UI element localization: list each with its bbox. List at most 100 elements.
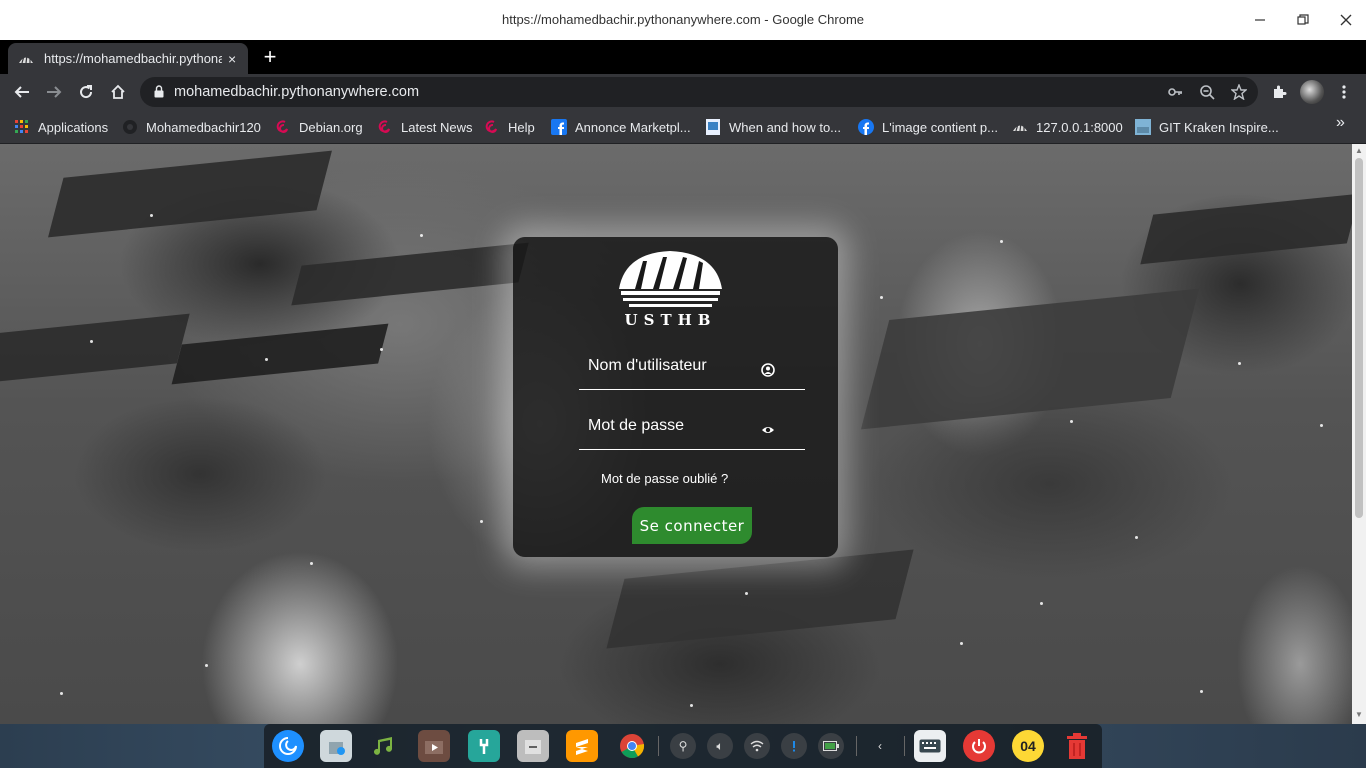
ustbh-favicon-icon bbox=[18, 51, 34, 67]
bookmark-localhost[interactable]: 127.0.0.1:8000 bbox=[1012, 117, 1123, 137]
bookmarks-bar: Applications Mohamedbachir120 Debian.org… bbox=[0, 110, 1366, 144]
reload-icon[interactable] bbox=[74, 80, 98, 104]
apps-grid-icon bbox=[14, 119, 30, 135]
debian-icon bbox=[275, 119, 291, 135]
scroll-down-icon[interactable]: ▼ bbox=[1355, 710, 1363, 719]
bookmark-latest-news[interactable]: Latest News bbox=[377, 117, 473, 137]
bookmark-label: Latest News bbox=[401, 119, 473, 135]
trash-icon[interactable] bbox=[1061, 730, 1093, 762]
ustbh-icon bbox=[1012, 119, 1028, 135]
snow-dot bbox=[90, 340, 93, 343]
dock-separator bbox=[658, 736, 659, 756]
file-manager-icon[interactable] bbox=[517, 730, 549, 762]
background-shape bbox=[606, 549, 914, 649]
window-title: https://mohamedbachir.pythonanywhere.com… bbox=[501, 12, 865, 27]
keyboard-icon[interactable] bbox=[914, 730, 946, 762]
snow-dot bbox=[310, 562, 313, 565]
clock-icon[interactable]: 04 bbox=[1012, 730, 1044, 762]
wifi-icon[interactable] bbox=[744, 733, 770, 759]
forgot-password-link[interactable]: Mot de passe oublié ? bbox=[601, 471, 728, 486]
bookmark-debian[interactable]: Debian.org bbox=[275, 117, 363, 137]
scrollbar-thumb[interactable] bbox=[1355, 158, 1363, 518]
sublime-text-icon[interactable] bbox=[566, 730, 598, 762]
background-shape bbox=[0, 313, 190, 385]
home-icon[interactable] bbox=[106, 80, 130, 104]
bookmark-label: Debian.org bbox=[299, 119, 363, 135]
star-icon[interactable] bbox=[1229, 82, 1249, 102]
usb-icon[interactable]: ⚲ bbox=[670, 733, 696, 759]
snow-dot bbox=[880, 296, 883, 299]
background-shape bbox=[291, 242, 529, 306]
snow-dot bbox=[1200, 690, 1203, 693]
snow-dot bbox=[60, 692, 63, 695]
debian-icon bbox=[377, 119, 393, 135]
forward-icon[interactable] bbox=[42, 80, 66, 104]
password-placeholder[interactable]: Mot de passe bbox=[588, 417, 684, 435]
scroll-up-icon[interactable]: ▲ bbox=[1355, 146, 1363, 155]
image-icon bbox=[1135, 119, 1151, 135]
bookmark-gitkraken[interactable]: GIT Kraken Inspire... bbox=[1135, 117, 1279, 137]
address-bar[interactable]: mohamedbachir.pythonanywhere.com bbox=[140, 77, 1258, 107]
snow-dot bbox=[480, 520, 483, 523]
notification-icon[interactable] bbox=[781, 733, 807, 759]
page-scrollbar[interactable]: ▲ ▼ bbox=[1352, 144, 1366, 724]
zoom-out-icon[interactable] bbox=[1197, 82, 1217, 102]
taskbar-dock: ⚲ 🔈︎ ‹ 04 bbox=[264, 724, 1102, 768]
extensions-icon[interactable] bbox=[1267, 80, 1291, 104]
close-icon[interactable] bbox=[1334, 8, 1358, 32]
bookmark-annonce[interactable]: Annonce Marketpl... bbox=[551, 117, 691, 137]
snow-dot bbox=[1040, 602, 1043, 605]
settings-tool-icon[interactable] bbox=[468, 730, 500, 762]
bookmark-applications[interactable]: Applications bbox=[14, 117, 108, 137]
url-text[interactable]: mohamedbachir.pythonanywhere.com bbox=[174, 84, 419, 100]
page-icon bbox=[705, 119, 721, 135]
bookmark-label: Mohamedbachir120 bbox=[146, 119, 261, 135]
username-field[interactable]: Nom d'utilisateur bbox=[579, 350, 805, 390]
menu-icon[interactable] bbox=[1332, 80, 1356, 104]
password-field[interactable]: Mot de passe bbox=[579, 410, 805, 450]
snow-dot bbox=[1320, 424, 1323, 427]
bookmark-image-contient[interactable]: L'image contient p... bbox=[858, 117, 998, 137]
new-tab-button[interactable]: + bbox=[259, 46, 281, 68]
volume-icon[interactable]: 🔈︎ bbox=[707, 733, 733, 759]
profile-avatar[interactable] bbox=[1300, 80, 1324, 104]
lock-icon[interactable] bbox=[154, 85, 164, 103]
power-icon[interactable] bbox=[963, 730, 995, 762]
battery-icon[interactable] bbox=[818, 733, 844, 759]
snow-dot bbox=[150, 214, 153, 217]
launcher-icon[interactable] bbox=[272, 730, 304, 762]
login-button[interactable]: Se connecter bbox=[632, 507, 752, 544]
bookmark-label: 127.0.0.1:8000 bbox=[1036, 119, 1123, 135]
snow-dot bbox=[1000, 240, 1003, 243]
restore-icon[interactable] bbox=[1291, 8, 1315, 32]
tab-close-icon[interactable]: × bbox=[228, 51, 236, 67]
snow-dot bbox=[420, 234, 423, 237]
snow-dot bbox=[690, 704, 693, 707]
video-player-icon[interactable] bbox=[418, 730, 450, 762]
snow-dot bbox=[265, 358, 268, 361]
user-icon bbox=[761, 363, 775, 377]
tab-strip: https://mohamedbachir.pythonanywhere.com… bbox=[0, 40, 1366, 74]
ustbh-logo: USTHB bbox=[613, 245, 728, 330]
music-icon[interactable] bbox=[368, 730, 400, 762]
bookmark-github[interactable]: Mohamedbachir120 bbox=[122, 117, 261, 137]
username-placeholder[interactable]: Nom d'utilisateur bbox=[588, 357, 707, 375]
dock-separator bbox=[904, 736, 905, 756]
bookmarks-overflow-icon[interactable]: » bbox=[1336, 114, 1345, 132]
snow-dot bbox=[960, 642, 963, 645]
facebook-icon bbox=[551, 119, 567, 135]
bookmark-when-how[interactable]: When and how to... bbox=[705, 117, 841, 137]
background-shape bbox=[1140, 193, 1352, 265]
store-icon[interactable] bbox=[320, 730, 352, 762]
snow-dot bbox=[1135, 536, 1138, 539]
bookmark-label: Help bbox=[508, 119, 535, 135]
key-icon[interactable] bbox=[1165, 82, 1185, 102]
minimize-icon[interactable] bbox=[1248, 8, 1272, 32]
back-icon[interactable] bbox=[10, 80, 34, 104]
browser-tab[interactable]: https://mohamedbachir.pythonanywhere.com… bbox=[8, 43, 248, 74]
eye-icon[interactable] bbox=[761, 423, 775, 437]
collapse-tray-icon[interactable]: ‹ bbox=[867, 733, 893, 759]
snow-dot bbox=[205, 664, 208, 667]
chrome-icon[interactable] bbox=[616, 730, 648, 762]
bookmark-help[interactable]: Help bbox=[484, 117, 535, 137]
